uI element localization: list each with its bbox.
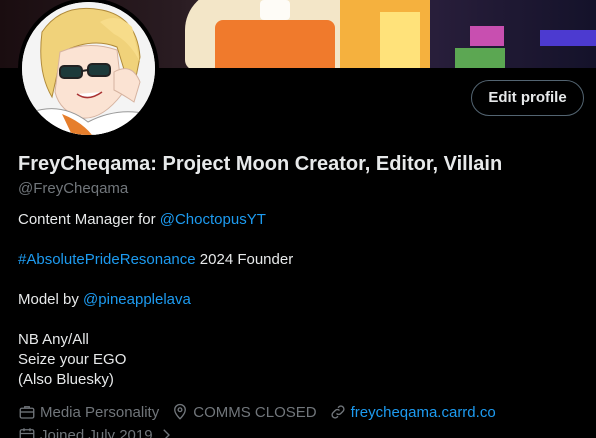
mention-link-pineapplelava[interactable]: @pineapplelava [83,291,191,308]
category-label: Media Personality [40,403,160,421]
banner-art-shape [215,20,335,68]
joined-date: Joined July 2019 [40,426,153,438]
bio-line: Model by @pineapplelava [18,290,578,310]
username-handle: @FreyCheqama [18,180,129,197]
website-item[interactable]: freycheqama.carrd.co [329,403,496,421]
website-link[interactable]: freycheqama.carrd.co [351,404,496,421]
profile-meta-row: Media Personality COMMS CLOSED freycheqa… [18,403,508,421]
category-item: Media Personality [18,403,159,421]
calendar-icon [19,428,35,438]
edit-profile-button[interactable]: Edit profile [471,80,584,116]
banner-art-shape [540,30,596,46]
profile-bio: Content Manager for @ChoctopusYT #Absolu… [18,210,578,390]
avatar-illustration [22,2,155,135]
display-name: FreyCheqama: Project Moon Creator, Edito… [18,153,503,175]
bio-text: Model by [18,291,84,308]
bio-line: (Also Bluesky) [18,371,114,388]
mention-link-choctopus[interactable]: @ChoctopusYT [160,211,266,228]
bio-text: 2024 Founder [195,251,294,268]
briefcase-icon [19,406,35,419]
banner-art-shape [470,26,504,46]
bio-line: #AbsolutePrideResonance 2024 Founder [18,250,578,270]
joined-row[interactable]: Joined July 2019 [18,426,179,438]
bio-line: Seize your EGO [18,351,127,368]
bio-text: Content Manager for [18,211,160,228]
location-label: COMMS CLOSED [193,403,317,421]
chevron-right-icon [162,429,170,438]
link-icon [331,405,345,419]
bio-line: Content Manager for @ChoctopusYT [18,210,578,230]
location-item: COMMS CLOSED [171,403,317,421]
avatar-image [22,2,155,135]
bio-line: NB Any/All [18,331,89,348]
banner-art-shape [260,0,290,20]
avatar[interactable] [18,0,159,139]
banner-art-shape [455,48,505,68]
location-pin-icon [174,403,187,420]
hashtag-link[interactable]: #AbsolutePrideResonance [18,251,196,268]
banner-art-shape [380,12,420,68]
